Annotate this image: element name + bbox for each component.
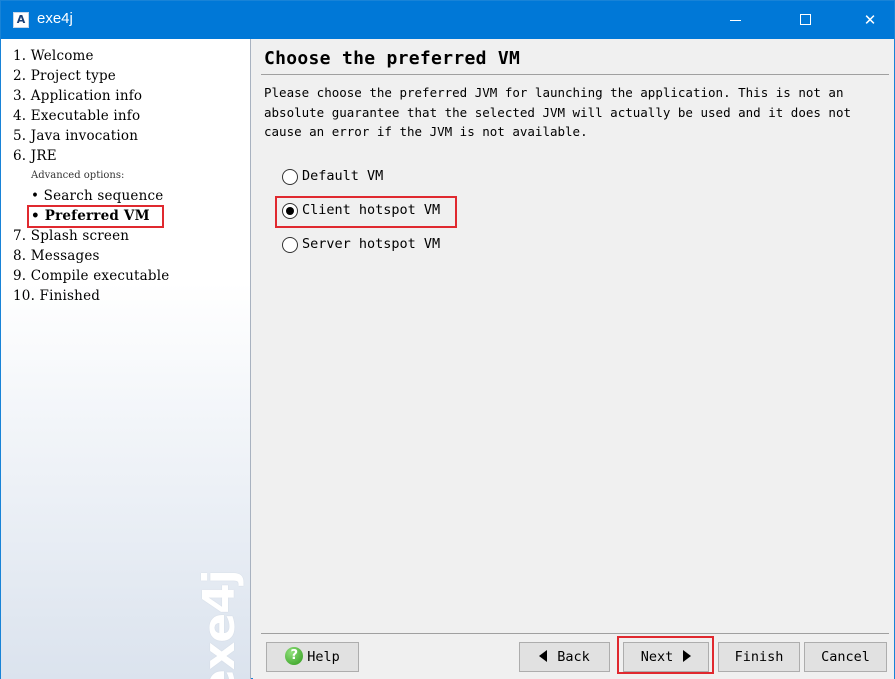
page-description: Please choose the preferred JVM for laun…	[264, 85, 851, 139]
main-panel: Choose the preferred VM Please choose th…	[253, 39, 894, 679]
app-logo-icon: A	[13, 12, 29, 28]
annotation-highlight-box	[275, 196, 457, 228]
nav-item-java-invocation[interactable]: 5. Java invocation	[13, 128, 138, 144]
minimize-button[interactable]	[714, 1, 760, 39]
divider	[261, 74, 889, 75]
back-button[interactable]: Back	[519, 642, 610, 672]
arrow-left-icon	[539, 650, 548, 662]
help-icon: ?	[285, 647, 304, 665]
nav-item-application-info[interactable]: 3. Application info	[13, 88, 142, 104]
maximize-button[interactable]	[783, 1, 829, 39]
window-title: exe4j	[37, 10, 73, 27]
radio-label: Server hotspot VM	[302, 236, 441, 252]
title-bar[interactable]: A exe4j ✕	[1, 1, 894, 39]
annotation-highlight-box	[617, 636, 714, 674]
help-button[interactable]: ? Help	[266, 642, 359, 672]
page-title: Choose the preferred VM	[264, 48, 521, 69]
cancel-label: Cancel	[821, 649, 870, 665]
finish-label: Finish	[734, 649, 784, 665]
close-button[interactable]: ✕	[847, 1, 893, 39]
nav-item-splash-screen[interactable]: 7. Splash screen	[13, 228, 129, 244]
close-icon: ✕	[863, 11, 877, 29]
nav-item-messages[interactable]: 8. Messages	[13, 248, 100, 264]
nav-item-project-type[interactable]: 2. Project type	[13, 68, 116, 84]
help-label: Help	[307, 649, 340, 665]
nav-item-welcome[interactable]: 1. Welcome	[13, 48, 94, 64]
nav-item-jre[interactable]: 6. JRE	[13, 148, 57, 164]
maximize-icon	[800, 14, 811, 25]
finish-button[interactable]: Finish	[718, 642, 800, 672]
nav-item-executable-info[interactable]: 4. Executable info	[13, 108, 140, 124]
wizard-step-list: 1. Welcome 2. Project type 3. Applicatio…	[1, 39, 251, 679]
minimize-icon	[730, 20, 741, 21]
cancel-button[interactable]: Cancel	[804, 642, 887, 672]
advanced-options-header: Advanced options:	[31, 170, 125, 181]
radio-label: Default VM	[302, 168, 384, 184]
divider	[261, 633, 889, 634]
radio-button-icon[interactable]	[282, 237, 298, 253]
app-window: A exe4j ✕ 1. Welcome 2. Project type 3. …	[0, 0, 895, 679]
exe4j-watermark-logo: exe4j	[194, 570, 245, 679]
nav-item-compile-executable[interactable]: 9. Compile executable	[13, 268, 169, 284]
annotation-highlight-box	[27, 205, 164, 228]
nav-item-search-sequence[interactable]: • Search sequence	[31, 188, 163, 204]
radio-button-icon[interactable]	[282, 169, 298, 185]
nav-item-finished[interactable]: 10. Finished	[13, 288, 100, 304]
back-label: Back	[557, 649, 590, 665]
